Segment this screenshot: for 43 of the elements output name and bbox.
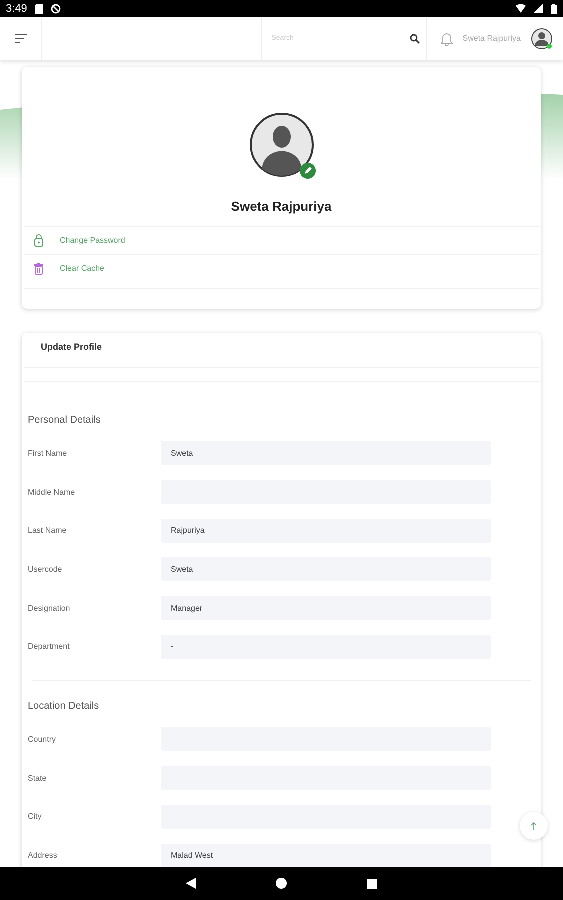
recents-icon (367, 878, 377, 888)
status-time: 3:49 (6, 2, 28, 14)
edit-avatar-button[interactable] (300, 163, 316, 179)
wifi-icon (516, 4, 526, 13)
sd-card-icon (35, 4, 44, 14)
input-field[interactable]: - (161, 634, 491, 659)
padlock-icon (34, 234, 44, 247)
recents-button[interactable] (367, 878, 377, 888)
input-field[interactable]: Manager (161, 596, 491, 620)
back-icon (186, 878, 196, 889)
back-button[interactable] (186, 878, 196, 889)
field-label: Designation (28, 604, 72, 613)
avatar-icon (250, 113, 314, 177)
bell-icon[interactable] (440, 32, 453, 46)
field-label: City (28, 812, 43, 822)
profile-name: Sweta Rajpuriya (231, 199, 332, 214)
signal-icon (534, 4, 543, 13)
field-label: Country (28, 734, 58, 744)
home-icon (276, 878, 287, 889)
input-field[interactable]: Malad West (161, 844, 491, 867)
menu-icon (14, 34, 26, 43)
menu-button[interactable] (0, 17, 42, 60)
avatar-icon[interactable] (531, 28, 553, 50)
card-title: Update Profile (40, 341, 104, 354)
search-icon[interactable] (410, 34, 420, 44)
field-label: First Name (28, 448, 68, 458)
trash-icon (34, 262, 44, 274)
field-label: Usercode (28, 564, 64, 574)
arrow-up-icon (531, 822, 537, 830)
field-label: Department (28, 642, 71, 652)
field-label: Address (28, 851, 58, 860)
field-label: Middle Name (28, 488, 76, 497)
field-label: State (28, 774, 48, 783)
input-field[interactable]: Sweta (161, 441, 491, 466)
section-title: Personal Details (28, 415, 102, 426)
blocked-icon (51, 4, 62, 14)
home-button[interactable] (276, 878, 287, 889)
input-field[interactable]: Sweta (161, 557, 491, 582)
section-title: Location Details (28, 701, 100, 712)
field-label: Last Name (28, 526, 68, 536)
pencil-icon (304, 167, 312, 175)
battery-icon (551, 4, 557, 14)
input-field[interactable]: Rajpuriya (161, 518, 491, 543)
